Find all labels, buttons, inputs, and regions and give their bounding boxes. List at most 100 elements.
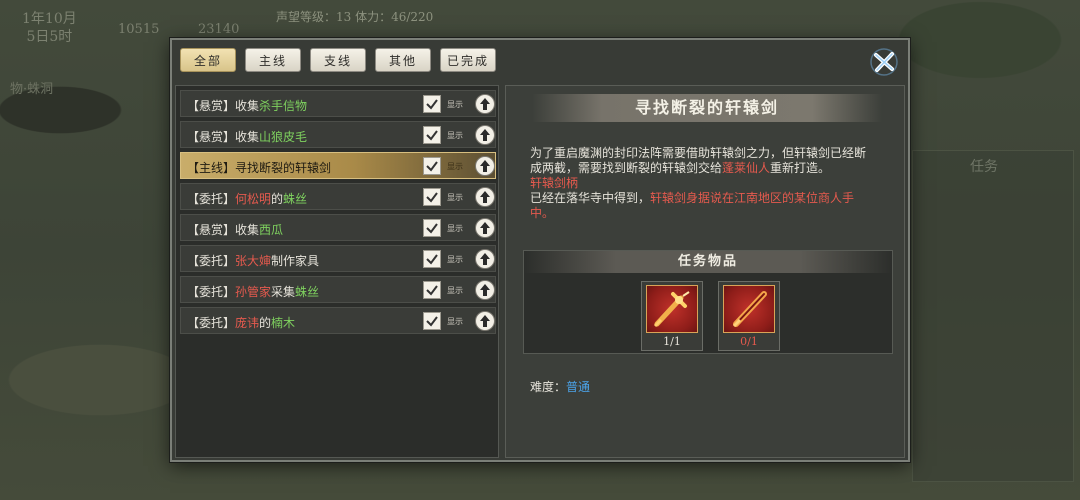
difficulty-value: 普通 [566,380,591,394]
difficulty-label: 难度： [530,380,567,394]
arrow-up-icon [480,315,490,327]
quest-type-tag: 【悬赏】 [187,223,236,237]
quest-name-part: 杀手信物 [259,99,308,113]
quest-type-tag: 【悬赏】 [187,99,236,113]
description-segment: 重新打造。 [770,161,831,175]
quest-name: 【委托】庞讳的楠木 [187,314,295,331]
quest-name: 【悬赏】收集杀手信物 [187,97,307,114]
item-slot: 1/1 [641,281,703,351]
quest-name-part: 收集 [235,130,260,144]
checkmark-icon [426,130,438,141]
checkmark-icon [426,316,438,327]
quest-name-part: 的 [259,316,272,330]
pin-to-top-button[interactable] [475,218,495,238]
checkmark-icon [426,254,438,265]
arrow-up-icon [480,160,490,172]
show-label: 显示 [447,255,463,264]
show-label: 显示 [447,162,463,171]
arrow-up-icon [480,284,490,296]
quest-name-part: 寻找断裂的轩辕剑 [235,161,332,175]
item-slot: 0/1 [718,281,780,351]
quest-difficulty: 难度：普通 [530,378,590,395]
quest-name-part: 山狼皮毛 [259,130,308,144]
pin-to-top-button[interactable] [475,187,495,207]
show-label: 显示 [447,317,463,326]
quest-name: 【悬赏】收集西瓜 [187,221,283,238]
show-checkbox[interactable] [423,312,441,330]
quest-type-tag: 【委托】 [187,192,236,206]
arrow-up-icon [480,191,490,203]
quest-type-tag: 【悬赏】 [187,130,236,144]
close-button[interactable] [868,46,900,78]
checkmark-icon [426,285,438,296]
quest-name-part: 楠木 [271,316,296,330]
quest-items-header: 任务物品 [524,251,892,273]
money-count: 10515 [118,22,160,37]
quest-name-part: 采集 [271,285,296,299]
quest-name: 【主线】寻找断裂的轩辕剑 [187,159,331,176]
description-segment: 轩辕剑柄 [530,176,579,190]
item-count: 0/1 [740,335,758,348]
pin-to-top-button[interactable] [475,311,495,331]
currency-count: 23140 [198,22,240,37]
quest-name: 【悬赏】收集山狼皮毛 [187,128,307,145]
quest-row[interactable]: 【主线】寻找断裂的轩辕剑 显示 [180,152,496,179]
quest-type-tag: 【委托】 [187,254,236,268]
pin-to-top-button[interactable] [475,156,495,176]
quest-type-tag: 【委托】 [187,316,236,330]
quest-items-box: 任务物品 1/1 0/1 [523,250,893,354]
pin-to-top-button[interactable] [475,125,495,145]
quest-name-part: 蛛丝 [295,285,320,299]
show-checkbox[interactable] [423,281,441,299]
show-label: 显示 [447,193,463,202]
quest-row[interactable]: 【委托】张大婶制作家具 显示 [180,245,496,272]
quest-row[interactable]: 【委托】何松明的蛛丝 显示 [180,183,496,210]
show-label: 显示 [447,224,463,233]
quest-tab-bar: 全部 主线 支线 其他 已完成 [180,48,496,74]
quest-name: 【委托】张大婶制作家具 [187,252,319,269]
pin-to-top-button[interactable] [475,249,495,269]
location-label: 物·蛛洞 [10,82,54,97]
description-segment: 已经在落华寺中得到， [530,191,651,205]
checkmark-icon [426,223,438,234]
show-checkbox[interactable] [423,95,441,113]
quest-name-part: 蛛丝 [283,192,308,206]
date-line: 1年10月 [22,11,77,27]
quest-name-part: 何松明 [235,192,272,206]
description-segment: 蓬莱仙人 [722,161,771,175]
tab-0[interactable]: 全部 [180,48,236,72]
close-icon [870,48,898,76]
sword-hilt-icon[interactable] [646,285,698,333]
arrow-up-icon [480,98,490,110]
background-quest-tracker-title: 任务 [970,159,998,175]
show-checkbox[interactable] [423,250,441,268]
show-checkbox[interactable] [423,219,441,237]
quest-row[interactable]: 【委托】庞讳的楠木 显示 [180,307,496,334]
tab-1[interactable]: 主线 [245,48,301,72]
tab-3[interactable]: 其他 [375,48,431,72]
checkmark-icon [426,161,438,172]
tab-4[interactable]: 已完成 [440,48,496,72]
item-count: 1/1 [663,335,681,348]
quest-row[interactable]: 【悬赏】收集杀手信物 显示 [180,90,496,117]
quest-type-tag: 【主线】 [187,161,236,175]
arrow-up-icon [480,253,490,265]
tab-2[interactable]: 支线 [310,48,366,72]
pin-to-top-button[interactable] [475,94,495,114]
pin-to-top-button[interactable] [475,280,495,300]
quest-name: 【委托】何松明的蛛丝 [187,190,307,207]
game-hud-topbar: 1年10月 5日5时 10515 23140 声望等级：13 体力：46/220 [0,0,1080,45]
quest-name-part: 的 [271,192,284,206]
game-date: 1年10月 5日5时 [22,10,77,46]
quest-row[interactable]: 【悬赏】收集西瓜 显示 [180,214,496,241]
arrow-up-icon [480,129,490,141]
show-checkbox[interactable] [423,157,441,175]
sword-blade-icon[interactable] [723,285,775,333]
show-label: 显示 [447,131,463,140]
quest-row[interactable]: 【委托】孙管家采集蛛丝 显示 [180,276,496,303]
show-checkbox[interactable] [423,188,441,206]
quest-name-part: 制作家具 [271,254,320,268]
show-checkbox[interactable] [423,126,441,144]
quest-row[interactable]: 【悬赏】收集山狼皮毛 显示 [180,121,496,148]
quest-list-panel: 【悬赏】收集杀手信物 显示 【悬赏】收集山狼皮毛 显示 【主线】寻找断裂的轩辕剑 显示 【委… [175,85,499,458]
